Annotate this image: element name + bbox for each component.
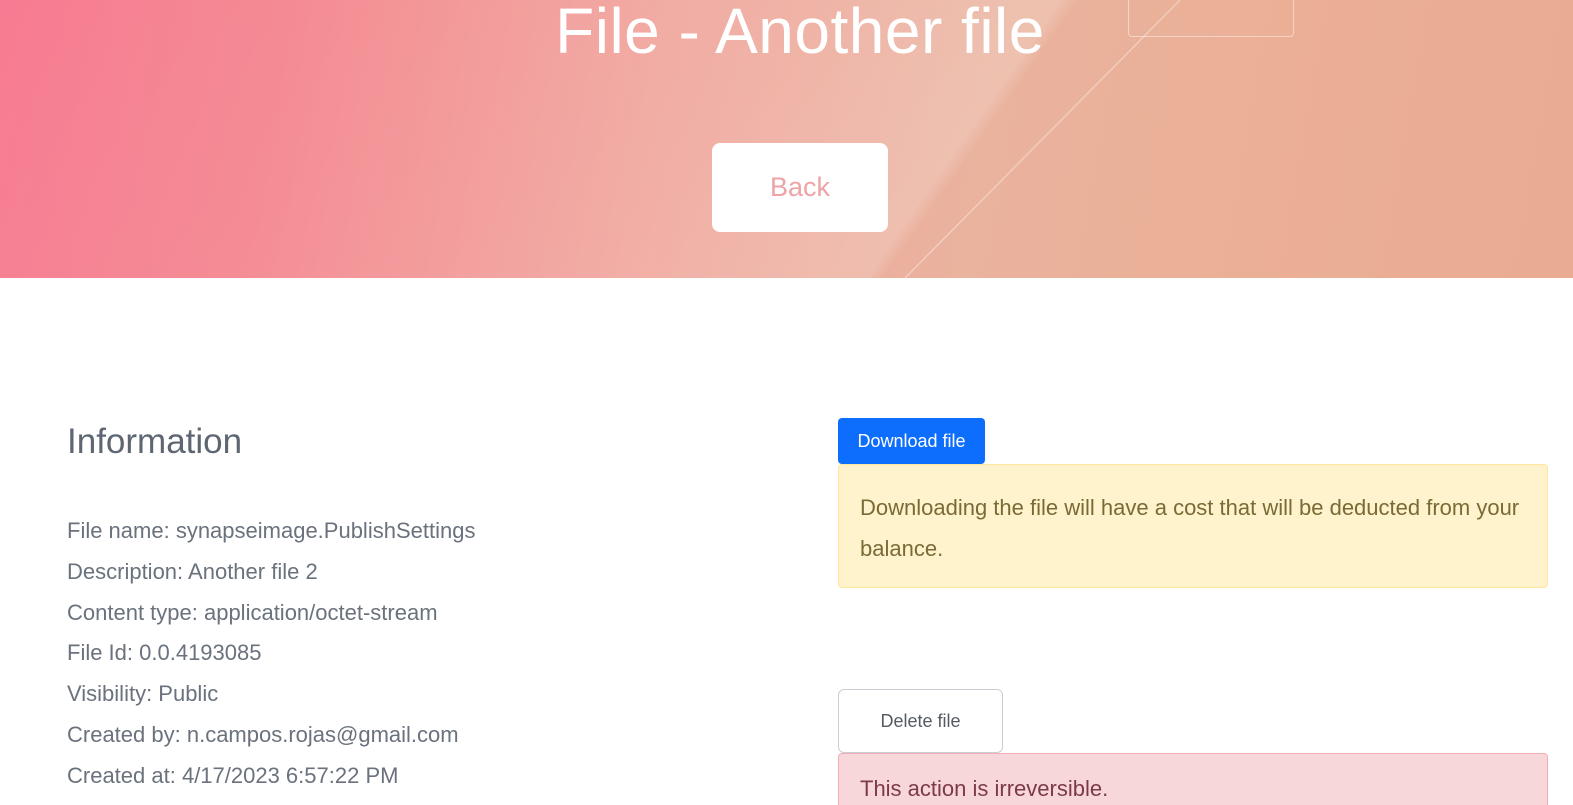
visibility-row: Visibility: Public <box>67 681 219 707</box>
back-button[interactable]: Back <box>712 143 888 232</box>
delete-file-button[interactable]: Delete file <box>838 689 1003 753</box>
file-id-row: File Id: 0.0.4193085 <box>67 640 262 666</box>
hero-banner: File - Another file Back <box>0 0 1573 278</box>
description-row: Description: Another file 2 <box>67 558 318 584</box>
file-name-row: File name: synapseimage.PublishSettings <box>67 518 476 543</box>
information-heading: Information <box>67 422 243 461</box>
created-at-row: Created at: 4/17/2023 6:57:22 PM <box>67 762 399 788</box>
content-type-row: Content type: application/octet-stream <box>67 599 438 625</box>
download-file-button[interactable]: Download file <box>838 418 985 464</box>
page-title: File - Another file <box>555 0 1045 67</box>
download-cost-alert: Downloading the file will have a cost th… <box>838 464 1548 588</box>
information-list: File name: synapseimage.PublishSettings … <box>67 514 475 800</box>
created-by-row: Created by: n.campos.rojas@gmail.com <box>67 721 459 747</box>
delete-irreversible-alert: This action is irreversible. <box>838 753 1548 805</box>
